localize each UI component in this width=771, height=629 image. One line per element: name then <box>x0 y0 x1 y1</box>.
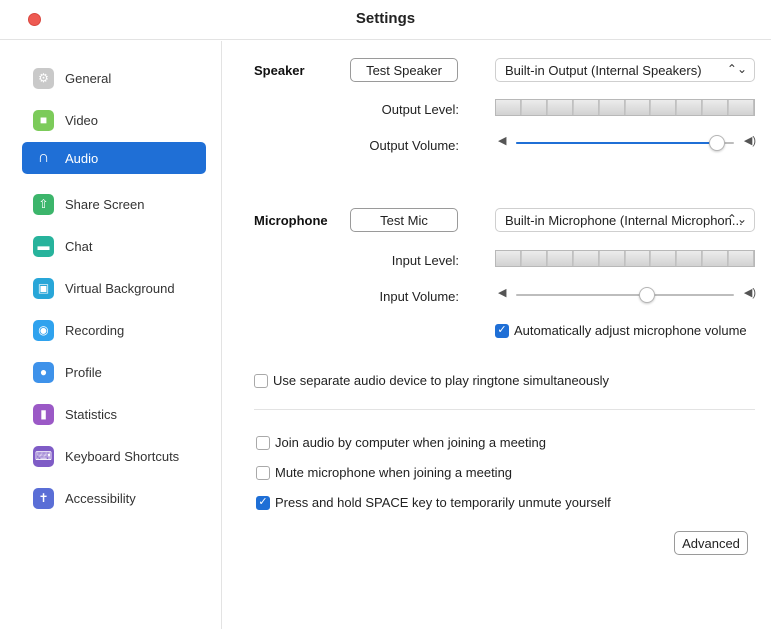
space-unmute-checkbox[interactable]: ✓ <box>256 495 270 510</box>
sidebar-item-video[interactable]: ■ Video <box>22 104 206 136</box>
input-level-meter <box>495 250 755 267</box>
sidebar-item-audio[interactable]: ∩ Audio <box>22 142 206 174</box>
sidebar-item-accessibility[interactable]: ✝ Accessibility <box>22 482 206 514</box>
join-audio-label: Join audio by computer when joining a me… <box>275 435 547 450</box>
sidebar-item-label: Audio <box>65 150 99 166</box>
output-volume-slider[interactable]: ◀ ◀) <box>498 134 756 152</box>
input-level-label: Input Level: <box>391 253 459 268</box>
gear-icon: ⚙ <box>33 67 54 89</box>
output-level-label: Output Level: <box>381 102 459 117</box>
window-title: Settings <box>355 10 416 27</box>
auto-adjust-mic-checkbox[interactable]: ✓ <box>495 323 509 338</box>
separate-ringtone-option[interactable]: Use separate audio device to play ringto… <box>254 373 609 388</box>
mute-mic-option[interactable]: Mute microphone when joining a meeting <box>256 465 512 480</box>
sidebar: ⚙ General ■ Video ∩ Audio ⇧ Share Screen… <box>10 41 222 629</box>
auto-adjust-mic-option[interactable]: ✓ Automatically adjust microphone volume <box>495 323 747 338</box>
output-level-meter <box>495 99 755 116</box>
sidebar-item-keyboard-shortcuts[interactable]: ⌨ Keyboard Shortcuts <box>22 440 206 472</box>
join-audio-checkbox[interactable] <box>256 435 270 450</box>
speaker-section-label: Speaker <box>254 63 305 78</box>
sidebar-item-statistics[interactable]: ▮ Statistics <box>22 398 206 430</box>
chevron-updown-icon: ⌃⌄ <box>726 62 747 76</box>
test-speaker-button[interactable]: Test Speaker <box>350 58 458 82</box>
sidebar-item-label: Share Screen <box>65 196 145 212</box>
output-volume-fill <box>516 142 717 144</box>
speaker-device-value: Built-in Output (Internal Speakers) <box>505 62 702 78</box>
input-volume-label: Input Volume: <box>379 289 460 304</box>
separate-ringtone-checkbox[interactable] <box>254 373 268 388</box>
output-volume-knob[interactable] <box>708 135 725 151</box>
keyboard-icon: ⌨ <box>33 445 54 467</box>
profile-icon: ● <box>33 361 54 383</box>
input-volume-knob[interactable] <box>638 287 655 303</box>
space-unmute-option[interactable]: ✓ Press and hold SPACE key to temporaril… <box>256 495 611 510</box>
microphone-device-select[interactable]: Built-in Microphone (Internal Microphon.… <box>495 208 755 232</box>
virtual-background-icon: ▣ <box>33 277 54 299</box>
sidebar-item-recording[interactable]: ◉ Recording <box>22 314 206 346</box>
test-mic-button[interactable]: Test Mic <box>350 208 458 232</box>
sidebar-item-label: Statistics <box>65 406 118 422</box>
sidebar-item-chat[interactable]: ▬ Chat <box>22 230 206 262</box>
auto-adjust-mic-label: Automatically adjust microphone volume <box>514 323 747 338</box>
chat-bubble-icon: ▬ <box>33 235 54 257</box>
recording-icon: ◉ <box>33 319 54 341</box>
sidebar-item-label: Keyboard Shortcuts <box>65 448 180 464</box>
sidebar-item-label: Recording <box>65 322 125 338</box>
mute-mic-label: Mute microphone when joining a meeting <box>275 465 513 480</box>
volume-low-icon: ◀ <box>498 135 507 147</box>
sidebar-item-label: Virtual Background <box>65 280 175 296</box>
microphone-section-label: Microphone <box>254 213 328 228</box>
chevron-updown-icon: ⌃⌄ <box>726 212 747 226</box>
sidebar-item-label: Chat <box>65 238 93 254</box>
space-unmute-label: Press and hold SPACE key to temporarily … <box>275 495 611 510</box>
input-volume-slider[interactable]: ◀ ◀) <box>498 286 756 304</box>
video-camera-icon: ■ <box>33 109 54 131</box>
title-bar: Settings <box>0 0 771 40</box>
sidebar-item-profile[interactable]: ● Profile <box>22 356 206 388</box>
accessibility-icon: ✝ <box>33 487 54 509</box>
sidebar-item-general[interactable]: ⚙ General <box>22 62 206 94</box>
sidebar-item-virtual-background[interactable]: ▣ Virtual Background <box>22 272 206 304</box>
statistics-icon: ▮ <box>33 403 54 425</box>
mute-mic-checkbox[interactable] <box>256 465 270 480</box>
audio-settings-panel: Speaker Test Speaker Built-in Output (In… <box>222 41 771 629</box>
sidebar-item-label: General <box>65 70 112 86</box>
volume-low-icon: ◀ <box>498 287 507 299</box>
share-screen-icon: ⇧ <box>33 193 54 215</box>
volume-high-icon: ◀) <box>743 135 756 147</box>
separate-ringtone-label: Use separate audio device to play ringto… <box>273 373 610 388</box>
headphones-icon: ∩ <box>37 149 50 166</box>
advanced-button[interactable]: Advanced <box>674 531 748 555</box>
sidebar-item-label: Video <box>65 112 99 128</box>
volume-high-icon: ◀) <box>743 287 756 299</box>
output-volume-label: Output Volume: <box>369 138 459 153</box>
join-audio-option[interactable]: Join audio by computer when joining a me… <box>256 435 546 450</box>
sidebar-item-label: Accessibility <box>65 490 136 506</box>
speaker-device-select[interactable]: Built-in Output (Internal Speakers) ⌃⌄ <box>495 58 755 82</box>
section-divider <box>254 409 755 410</box>
sidebar-item-label: Profile <box>65 364 102 380</box>
sidebar-item-share-screen[interactable]: ⇧ Share Screen <box>22 188 206 220</box>
microphone-device-value: Built-in Microphone (Internal Microphon.… <box>505 212 743 228</box>
